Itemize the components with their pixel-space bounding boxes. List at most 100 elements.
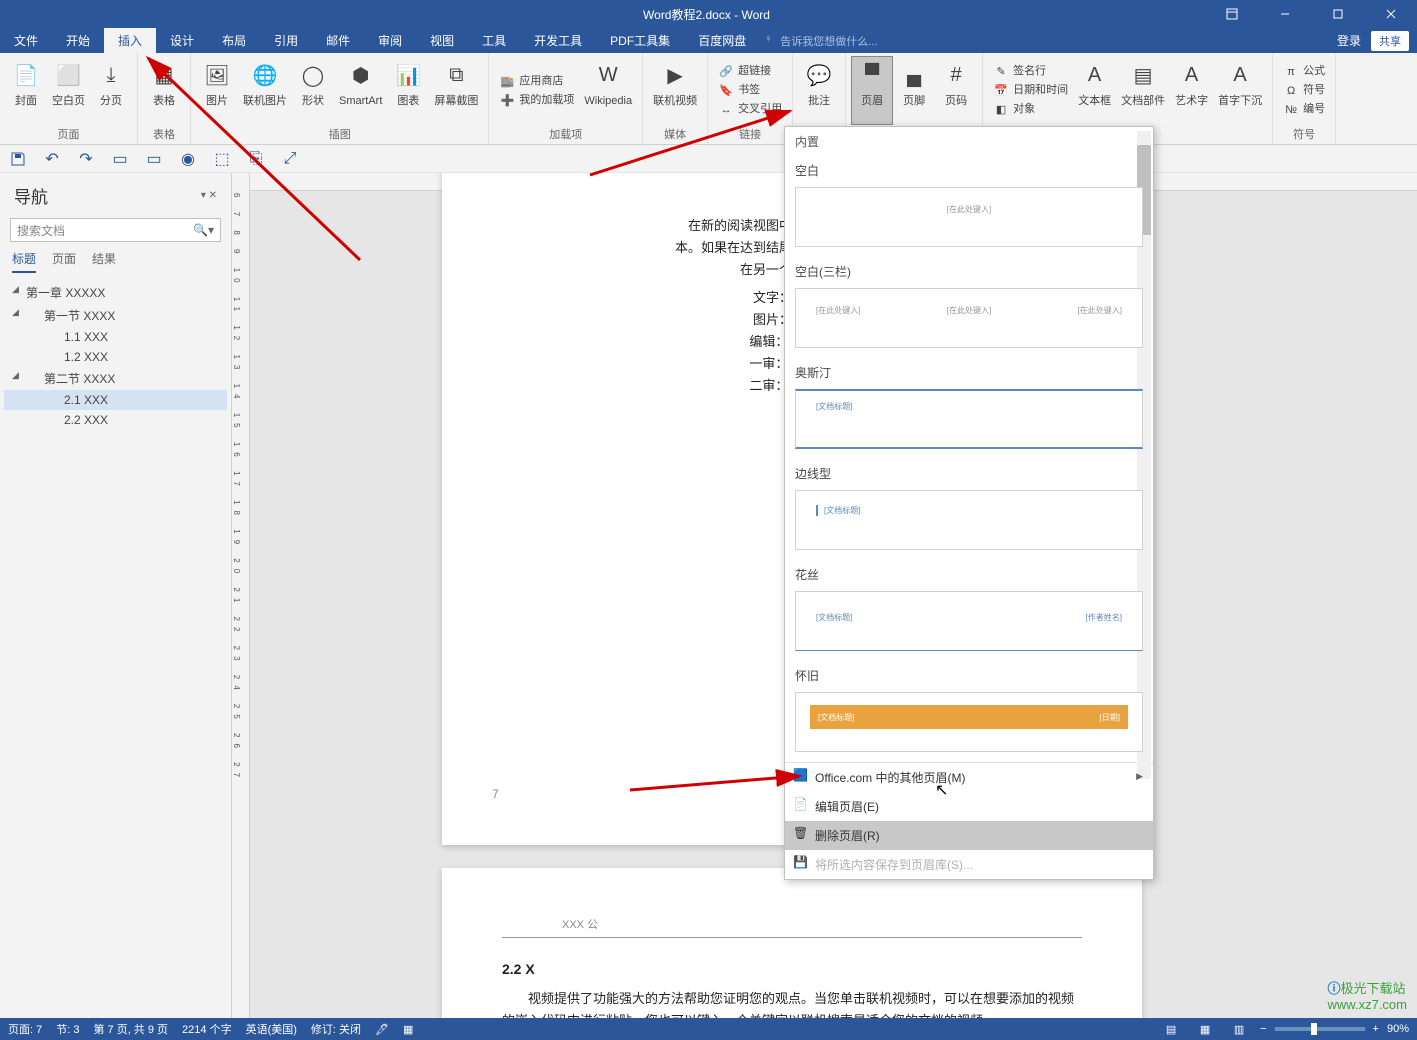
qat-icon[interactable]: ⬚ bbox=[212, 149, 232, 169]
login-link[interactable]: 登录 bbox=[1337, 32, 1361, 49]
ribbon-应用商店[interactable]: 🏬应用商店 bbox=[495, 72, 578, 90]
ribbon-书签[interactable]: 🔖书签 bbox=[714, 82, 786, 100]
status-tracking[interactable]: 修订: 关闭 bbox=[311, 1021, 361, 1037]
nav-node[interactable]: 2.1 XXX bbox=[4, 390, 227, 410]
ribbon-文本框[interactable]: A文本框 bbox=[1074, 57, 1115, 124]
ribbon-交叉引用[interactable]: ↔交叉引用 bbox=[714, 101, 786, 119]
ribbon-联机视频[interactable]: ▶联机视频 bbox=[649, 57, 701, 124]
ribbon-Wikipedia[interactable]: WWikipedia bbox=[580, 57, 636, 124]
nav-tab-标题[interactable]: 标题 bbox=[12, 250, 36, 273]
menu-tab-文件[interactable]: 文件 bbox=[0, 28, 52, 53]
ribbon-空白页[interactable]: ⬜空白页 bbox=[48, 57, 89, 124]
status-page[interactable]: 页面: 7 bbox=[8, 1021, 42, 1037]
nav-dropdown-icon[interactable]: ▾ ✕ bbox=[201, 190, 217, 201]
qat-icon[interactable]: ⤢ bbox=[280, 149, 300, 169]
menu-tab-布局[interactable]: 布局 bbox=[208, 28, 260, 53]
minimize-button[interactable] bbox=[1262, 0, 1307, 28]
ribbon-页脚[interactable]: ▄页脚 bbox=[894, 57, 934, 124]
nav-search-input[interactable]: 搜索文档 🔍▾ bbox=[10, 218, 221, 242]
nav-node[interactable]: 1.1 XXX bbox=[4, 327, 227, 347]
print-layout-icon[interactable]: ▦ bbox=[1192, 1020, 1218, 1038]
search-icon[interactable]: 🔍▾ bbox=[193, 223, 214, 237]
ribbon-图片[interactable]: 🖼图片 bbox=[197, 57, 237, 124]
ribbon-超链接[interactable]: 🔗超链接 bbox=[714, 63, 786, 81]
qat-icon[interactable]: ▭ bbox=[144, 149, 164, 169]
gallery-preview-filigree[interactable]: [文档标题][作者姓名] bbox=[795, 591, 1143, 651]
share-button[interactable]: 共享 bbox=[1371, 31, 1409, 51]
nav-node[interactable]: ◢第二节 XXXX bbox=[4, 367, 227, 390]
twisty-icon[interactable]: ◢ bbox=[12, 307, 19, 318]
ribbon-公式[interactable]: π公式 bbox=[1279, 63, 1329, 81]
ribbon-表格[interactable]: ▦表格 bbox=[144, 57, 184, 124]
ribbon-图表[interactable]: 📊图表 bbox=[388, 57, 428, 124]
ribbon-批注[interactable]: 💬批注 bbox=[799, 57, 839, 124]
ribbon-页码[interactable]: #页码 bbox=[936, 57, 976, 124]
menu-tab-视图[interactable]: 视图 bbox=[416, 28, 468, 53]
gallery-preview-retro[interactable]: [文档标题][日期] bbox=[795, 692, 1143, 752]
nav-tab-结果[interactable]: 结果 bbox=[92, 250, 116, 273]
menu-tab-审阅[interactable]: 审阅 bbox=[364, 28, 416, 53]
ribbon-分页[interactable]: ⤓分页 bbox=[91, 57, 131, 124]
ribbon-形状[interactable]: ◯形状 bbox=[293, 57, 333, 124]
ribbon-对象[interactable]: ◧对象 bbox=[989, 101, 1072, 119]
zoom-in-button[interactable]: + bbox=[1373, 1023, 1379, 1035]
nav-node[interactable]: ◢第一节 XXXX bbox=[4, 304, 227, 327]
ribbon-签名行[interactable]: ✎签名行 bbox=[989, 63, 1072, 81]
status-insert-icon[interactable]: 🖊 bbox=[375, 1023, 389, 1036]
status-words[interactable]: 2214 个字 bbox=[182, 1021, 232, 1037]
ribbon-我的加载项[interactable]: ➕我的加载项 bbox=[495, 91, 578, 109]
gallery-more-office[interactable]: 🟦 Office.com 中的其他页眉(M) ▶ bbox=[785, 763, 1153, 792]
menu-tab-邮件[interactable]: 邮件 bbox=[312, 28, 364, 53]
ribbon-options-icon[interactable] bbox=[1209, 0, 1254, 28]
gallery-preview-three[interactable]: [在此处键入][在此处键入][在此处键入] bbox=[795, 288, 1143, 348]
nav-node[interactable]: 1.2 XXX bbox=[4, 347, 227, 367]
ribbon-页眉[interactable]: ▀页眉 bbox=[852, 57, 892, 124]
gallery-preview-blank[interactable] bbox=[795, 187, 1143, 247]
menu-tab-百度网盘[interactable]: 百度网盘 bbox=[684, 28, 760, 53]
status-macro-icon[interactable]: ▦ bbox=[403, 1023, 413, 1036]
status-language[interactable]: 英语(美国) bbox=[246, 1021, 297, 1037]
ribbon-文档部件[interactable]: ▤文档部件 bbox=[1117, 57, 1169, 124]
undo-icon[interactable]: ↶ bbox=[42, 149, 62, 169]
nav-tab-页面[interactable]: 页面 bbox=[52, 250, 76, 273]
gallery-remove-header[interactable]: 🗑 删除页眉(R) bbox=[785, 821, 1153, 850]
menu-tab-工具[interactable]: 工具 bbox=[468, 28, 520, 53]
nav-node[interactable]: 2.2 XXX bbox=[4, 410, 227, 430]
zoom-level[interactable]: 90% bbox=[1387, 1023, 1409, 1035]
read-mode-icon[interactable]: ▤ bbox=[1158, 1020, 1184, 1038]
ribbon-艺术字[interactable]: A艺术字 bbox=[1171, 57, 1212, 124]
ribbon-封面[interactable]: 📄封面 bbox=[6, 57, 46, 124]
ribbon-SmartArt[interactable]: ⬢SmartArt bbox=[335, 57, 386, 124]
status-section[interactable]: 节: 3 bbox=[56, 1021, 79, 1037]
ribbon-日期和时间[interactable]: 📅日期和时间 bbox=[989, 82, 1072, 100]
menu-tab-开始[interactable]: 开始 bbox=[52, 28, 104, 53]
menu-tab-设计[interactable]: 设计 bbox=[156, 28, 208, 53]
maximize-button[interactable] bbox=[1315, 0, 1360, 28]
nav-node[interactable]: ◢第一章 XXXXX bbox=[4, 281, 227, 304]
tell-me-box[interactable]: 告诉我您想做什么... bbox=[760, 33, 877, 49]
menu-tab-PDF工具集[interactable]: PDF工具集 bbox=[596, 28, 684, 53]
twisty-icon[interactable]: ◢ bbox=[12, 284, 19, 295]
menu-tab-引用[interactable]: 引用 bbox=[260, 28, 312, 53]
redo-icon[interactable]: ↷ bbox=[76, 149, 96, 169]
ribbon-符号[interactable]: Ω符号 bbox=[1279, 82, 1329, 100]
ribbon-首字下沉[interactable]: A首字下沉 bbox=[1214, 57, 1266, 124]
touch-mode-icon[interactable]: ◉ bbox=[178, 149, 198, 169]
gallery-preview-austin[interactable]: [文档标题] bbox=[795, 389, 1143, 449]
ribbon-编号[interactable]: №编号 bbox=[1279, 101, 1329, 119]
close-button[interactable] bbox=[1368, 0, 1413, 28]
web-layout-icon[interactable]: ▥ bbox=[1226, 1020, 1252, 1038]
ribbon-屏幕截图[interactable]: ⧉屏幕截图 bbox=[430, 57, 482, 124]
gallery-preview-border[interactable]: [文档标题] bbox=[795, 490, 1143, 550]
menu-tab-开发工具[interactable]: 开发工具 bbox=[520, 28, 596, 53]
status-pagecount[interactable]: 第 7 页, 共 9 页 bbox=[93, 1021, 168, 1037]
ribbon-联机图片[interactable]: 🌐联机图片 bbox=[239, 57, 291, 124]
twisty-icon[interactable]: ◢ bbox=[12, 370, 19, 381]
save-icon[interactable] bbox=[8, 149, 28, 169]
zoom-out-button[interactable]: − bbox=[1260, 1023, 1266, 1035]
qat-icon[interactable]: ▭ bbox=[110, 149, 130, 169]
menu-tab-插入[interactable]: 插入 bbox=[104, 28, 156, 53]
zoom-slider[interactable] bbox=[1275, 1027, 1365, 1031]
qat-icon[interactable]: ⎘ bbox=[246, 149, 266, 169]
gallery-edit-header[interactable]: 📄 编辑页眉(E) bbox=[785, 792, 1153, 821]
